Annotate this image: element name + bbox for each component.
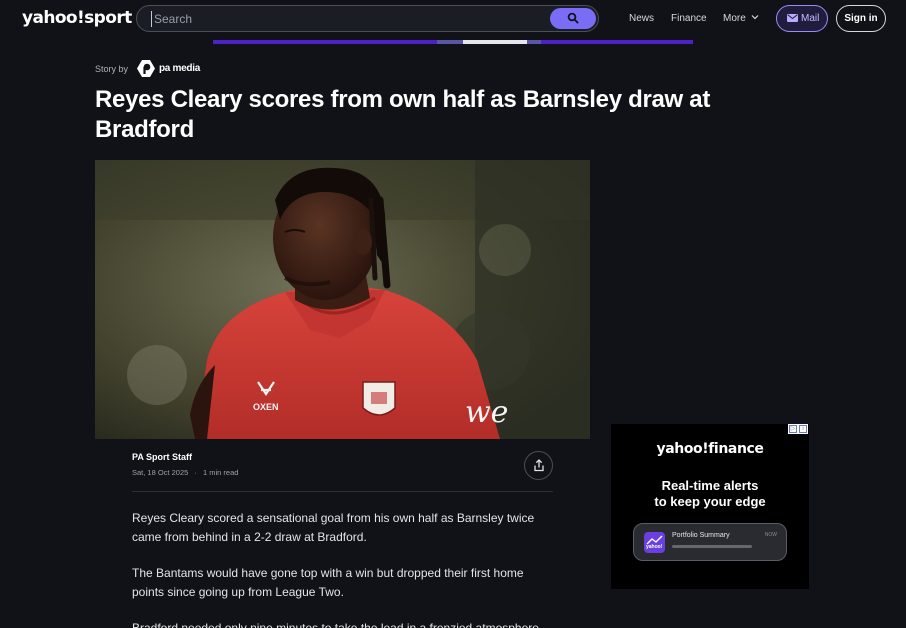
- chevron-down-icon: [751, 15, 759, 20]
- reading-progress-bar: [213, 40, 693, 44]
- publisher-name: pa media: [159, 63, 200, 74]
- ad-headline: Real-time alerts to keep your edge: [611, 478, 809, 510]
- nav-more[interactable]: More: [723, 13, 759, 24]
- nav-more-label: More: [723, 13, 746, 24]
- ad-card-placeholder-bar: [672, 545, 752, 548]
- publish-date: Sat, 18 Oct 2025: [132, 468, 189, 477]
- sign-in-button[interactable]: Sign in: [836, 5, 886, 32]
- story-by-label: Story by: [95, 64, 129, 74]
- search-icon: [567, 12, 579, 24]
- meta-separator: ·: [194, 468, 197, 477]
- share-icon: [534, 459, 544, 472]
- player-photo: OXEN we: [95, 160, 590, 439]
- top-header: yahoo!sport News Finance More Mail Sign …: [0, 0, 906, 38]
- mail-label: Mail: [801, 13, 820, 24]
- progress-segment: [527, 40, 541, 44]
- progress-segment: [437, 40, 463, 44]
- chart-app-icon: yahoo!: [644, 532, 665, 553]
- ad-card-title: Portfolio Summary: [672, 532, 730, 539]
- shirt-script-text: we: [465, 395, 508, 430]
- search-input[interactable]: [151, 11, 531, 27]
- read-time: 1 min read: [202, 468, 239, 477]
- pa-media-logo-icon[interactable]: [136, 59, 156, 78]
- ad-headline-line: Real-time alerts: [661, 478, 759, 493]
- search-bar: [136, 5, 599, 32]
- article-headline: Reyes Cleary scores from own half as Bar…: [95, 86, 711, 143]
- nav-news[interactable]: News: [629, 13, 654, 24]
- share-button[interactable]: [524, 451, 553, 480]
- app-icon-label: yahoo!: [646, 544, 663, 550]
- ad-card-time: NOW: [764, 532, 777, 538]
- mail-icon: [787, 14, 798, 22]
- ad-notification-card: yahoo! Portfolio Summary NOW: [633, 523, 787, 561]
- progress-segment-active: [463, 40, 527, 44]
- article-paragraph: Reyes Cleary scored a sensational goal f…: [132, 511, 535, 544]
- yahoo-sport-logo[interactable]: yahoo!sport: [22, 8, 132, 28]
- ad-logo: yahoo!finance: [656, 441, 764, 457]
- article-paragraph: Bradford needed only nine minutes to tak…: [132, 621, 539, 628]
- sign-in-label: Sign in: [844, 13, 878, 24]
- advertisement[interactable]: ▷ i yahoo!finance Real-time alerts to kee…: [611, 424, 809, 589]
- author-name[interactable]: PA Sport Staff: [132, 452, 192, 462]
- author-divider: [132, 491, 553, 492]
- ad-headline-line: to keep your edge: [654, 494, 766, 509]
- nav-finance[interactable]: Finance: [671, 13, 707, 24]
- mail-button[interactable]: Mail: [776, 5, 828, 32]
- hero-image[interactable]: OXEN we: [95, 160, 590, 439]
- ad-choices-icon[interactable]: ▷ i: [788, 424, 808, 434]
- article-meta: Sat, 18 Oct 2025 · 1 min read: [132, 468, 238, 477]
- search-button[interactable]: [550, 8, 596, 29]
- shirt-sponsor-text: OXEN: [253, 402, 279, 412]
- article-paragraph: The Bantams would have gone top with a w…: [132, 566, 524, 599]
